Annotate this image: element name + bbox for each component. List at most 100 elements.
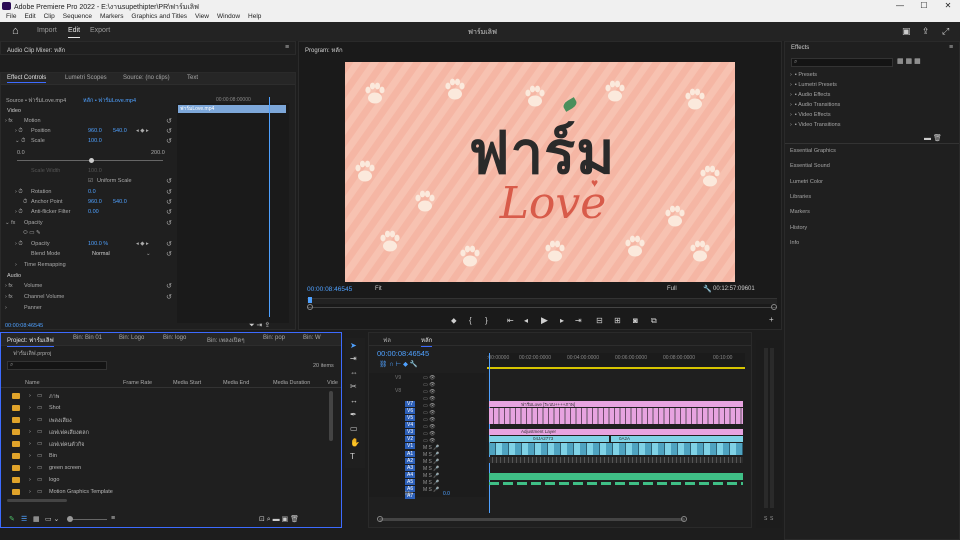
- effects-item-video-transitions[interactable]: › ▪ Video Transitions: [790, 122, 840, 128]
- program-scrubber[interactable]: [307, 298, 777, 304]
- menu-file[interactable]: File: [6, 12, 16, 22]
- quality-select[interactable]: Full: [667, 286, 677, 292]
- share-icon[interactable]: ⇪: [922, 26, 930, 37]
- work-area-bar[interactable]: [487, 367, 745, 369]
- audio-clip-music[interactable]: [489, 473, 743, 480]
- col-video[interactable]: Vide: [327, 380, 338, 386]
- effects-item-audio-effects[interactable]: › ▪ Audio Effects: [790, 92, 830, 98]
- mix-value[interactable]: 0.0: [443, 491, 450, 497]
- mini-playhead[interactable]: [269, 97, 270, 317]
- extract-icon[interactable]: ⊞: [614, 316, 621, 325]
- menu-clip[interactable]: Clip: [44, 12, 55, 22]
- menu-view[interactable]: View: [195, 12, 209, 22]
- sort-icon[interactable]: ≡: [111, 515, 115, 522]
- menu-edit[interactable]: Edit: [24, 12, 35, 22]
- volume-label[interactable]: Volume: [24, 283, 42, 289]
- tab-bin-01[interactable]: Bin: Bin 01: [73, 335, 102, 341]
- wrench-icon[interactable]: 🔧: [703, 285, 712, 293]
- anchor-y[interactable]: 540.0: [113, 199, 127, 205]
- mask-ellipse-icon[interactable]: ⬭ ▭ ✎: [23, 230, 41, 237]
- reset-icon[interactable]: ↺: [166, 293, 172, 301]
- reset-icon[interactable]: ↺: [166, 219, 172, 227]
- tab-bin-logo-2[interactable]: Bin: logo: [163, 335, 186, 341]
- list-item[interactable]: › ▭ ภาพ: [7, 391, 337, 402]
- icon-view-icon[interactable]: ▦: [33, 515, 40, 523]
- col-name[interactable]: Name: [25, 380, 40, 386]
- clip-adjustment-layer[interactable]: Adjustment Layer: [489, 429, 743, 435]
- track-a5[interactable]: A5: [405, 479, 416, 485]
- list-item[interactable]: › ▭ Bin: [7, 451, 337, 462]
- stopwatch-icon[interactable]: › ⏱: [15, 241, 23, 248]
- reset-icon[interactable]: ↺: [166, 188, 172, 196]
- workspaces-icon[interactable]: ▣: [902, 26, 911, 37]
- list-item[interactable]: › ▭ เอฟเฟคนตัวกิจ: [7, 439, 337, 450]
- zoom-handle-right[interactable]: [771, 304, 777, 310]
- stopwatch-icon[interactable]: ⌄ ⏱: [15, 138, 25, 145]
- accelerated-effects-icon[interactable]: ▦ ▦ ▦: [897, 57, 921, 65]
- list-item[interactable]: › ▭ Motion Graphics Template: [7, 487, 337, 498]
- antiflicker-value[interactable]: 0.00: [88, 209, 99, 215]
- scale-value[interactable]: 100.0: [88, 138, 102, 144]
- project-scrollbar[interactable]: [329, 391, 333, 441]
- pencil-icon[interactable]: ✎: [9, 515, 15, 523]
- timeline-zoom-handle-left[interactable]: [377, 516, 383, 522]
- section-libraries[interactable]: Libraries: [790, 194, 811, 200]
- tab-import[interactable]: Import: [37, 27, 57, 34]
- track-v9[interactable]: V9: [395, 375, 401, 381]
- volume-fx-icon[interactable]: › fx: [5, 283, 13, 289]
- filter-icon[interactable]: ⏷ ⇥ ⇪: [249, 321, 270, 330]
- mark-out-icon[interactable]: }: [485, 316, 488, 325]
- clip-stack-audio[interactable]: [489, 443, 743, 455]
- step-forward-icon[interactable]: ▸: [560, 316, 564, 325]
- reset-icon[interactable]: ↺: [166, 117, 172, 125]
- slip-tool-icon[interactable]: ↔: [350, 396, 358, 405]
- opacity-value[interactable]: 100.0 %: [88, 241, 108, 247]
- opacity-fx-icon[interactable]: ⌄ fx: [5, 220, 15, 226]
- tab-effect-controls[interactable]: Effect Controls: [7, 75, 47, 83]
- col-frame-rate[interactable]: Frame Rate: [123, 380, 152, 386]
- keyframe-nav-icon[interactable]: ◂ ◆ ▸: [136, 241, 149, 247]
- track-toggle-icons[interactable]: ▭ 👁 ▭ 👁 ▭ 👁 ▭ 👁 ▭ 👁 ▭ 👁 ▭ 👁 ▭ 👁 ▭ 👁 ▭ 👁 M S 🎤 M S 🎤…: [423, 375, 440, 494]
- zoom-handle-left[interactable]: [307, 304, 313, 310]
- list-item[interactable]: › ▭ เอฟเฟคเสียงตลก: [7, 427, 337, 438]
- audio-mixer-title[interactable]: Audio Clip Mixer: หลัก: [7, 45, 65, 55]
- zoom-slider[interactable]: [67, 519, 107, 520]
- project-search-input[interactable]: ⌕: [7, 361, 107, 370]
- type-tool-icon[interactable]: T: [350, 452, 355, 461]
- panner-label[interactable]: Panner: [24, 305, 42, 311]
- timeline-ruler[interactable]: :00:00000 00:02:00:0000 00:04:00:0000 00…: [487, 353, 745, 367]
- menu-window[interactable]: Window: [217, 12, 240, 22]
- new-bin-icon[interactable]: ▬ 🗑: [924, 134, 942, 142]
- home-icon[interactable]: ⌂: [12, 25, 19, 37]
- panel-menu-icon[interactable]: ≡: [949, 44, 953, 51]
- source-label[interactable]: Source • ฟาร์มLove.mp4: [6, 97, 66, 105]
- pen-tool-icon[interactable]: ✒: [350, 410, 357, 419]
- tab-edit[interactable]: Edit: [68, 27, 81, 38]
- timeline-h-scrollbar[interactable]: [379, 518, 685, 521]
- solo-left[interactable]: S: [764, 516, 767, 522]
- timeline-tracks[interactable]: ฟาร์มLove [ระบบ++++ภาพ] Adjustment Layer…: [489, 373, 745, 497]
- opacity-section-label[interactable]: Opacity: [24, 220, 43, 226]
- clip-title[interactable]: ฟาร์มLove [ระบบ++++ภาพ]: [489, 401, 743, 407]
- anchor-x[interactable]: 960.0: [88, 199, 102, 205]
- list-item[interactable]: › ▭ Shot: [7, 403, 337, 414]
- tab-sequence-other[interactable]: ฟล: [383, 335, 391, 345]
- audio-waveform-track[interactable]: [489, 457, 743, 463]
- section-essential-graphics[interactable]: Essential Graphics: [790, 148, 836, 154]
- stopwatch-icon[interactable]: › ⏱: [15, 128, 23, 135]
- tab-source[interactable]: Source: (no clips): [123, 75, 170, 81]
- track-v3[interactable]: V3: [405, 429, 416, 435]
- track-v4[interactable]: V4: [405, 422, 416, 428]
- tab-bin-songs[interactable]: Bin: เพลงเปิดๆ: [207, 335, 245, 345]
- stopwatch-icon[interactable]: › ⏱: [15, 209, 23, 216]
- program-timecode[interactable]: 00:00:08:46545: [307, 286, 352, 293]
- track-v8[interactable]: V8: [395, 388, 401, 394]
- section-lumetri-color[interactable]: Lumetri Color: [790, 179, 823, 185]
- col-media-end[interactable]: Media End: [223, 380, 249, 386]
- camera-icon[interactable]: ◙: [633, 316, 638, 325]
- menu-help[interactable]: Help: [248, 12, 261, 22]
- reset-icon[interactable]: ↺: [166, 240, 172, 248]
- channel-volume-fx-icon[interactable]: › fx: [5, 294, 13, 300]
- list-item[interactable]: › ▭ เพลงเสียง: [7, 415, 337, 426]
- fullscreen-icon[interactable]: ⤢: [942, 26, 949, 37]
